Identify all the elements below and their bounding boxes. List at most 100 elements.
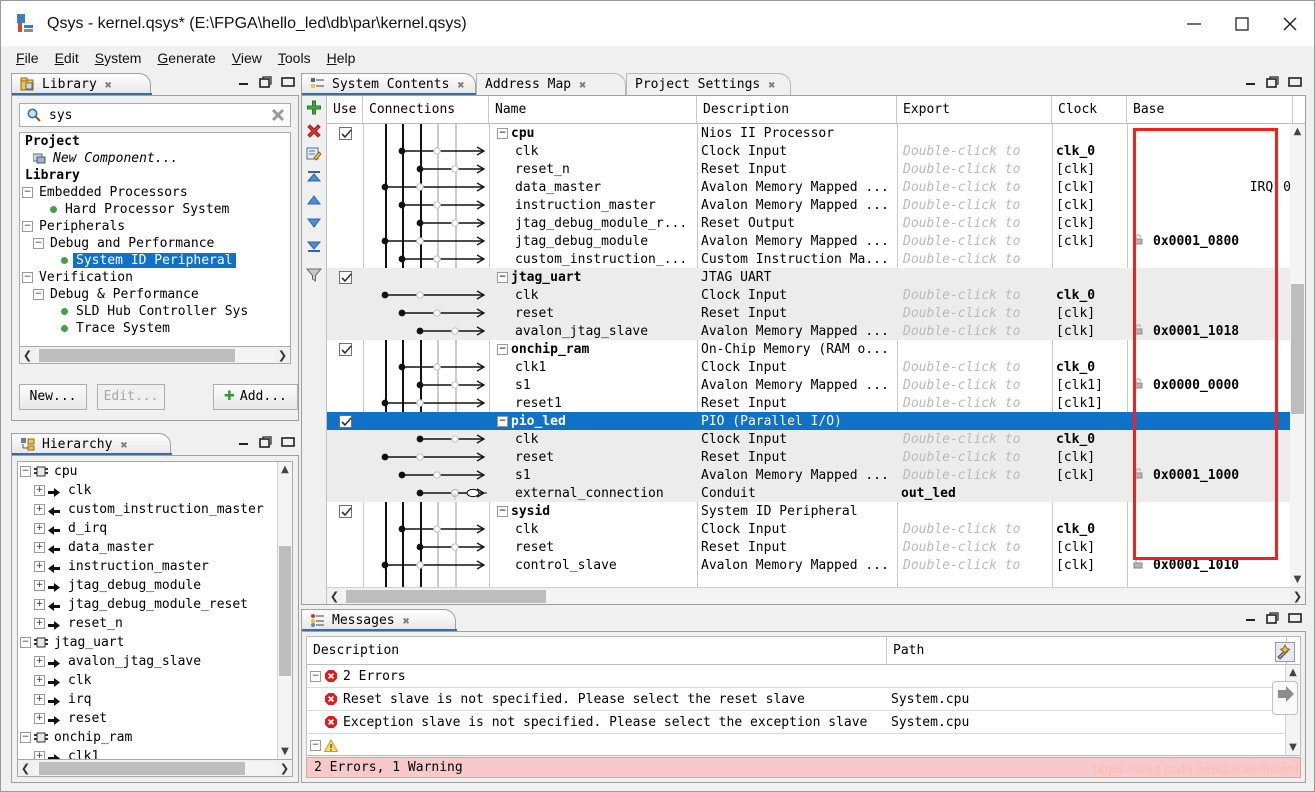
column-header-use[interactable]: Use [327, 96, 363, 123]
sc-maximize-icon[interactable] [1288, 75, 1302, 89]
cell-name[interactable]: reset [511, 448, 697, 466]
connection-cell[interactable] [363, 160, 489, 178]
cell-clock[interactable]: [clk] [1052, 214, 1127, 232]
cell-export[interactable]: Double-click to [897, 250, 1052, 268]
table-row[interactable]: jtag_debug_module_r... Reset Output Double… [327, 214, 1305, 232]
table-row[interactable]: clk1 Clock Input Double-click to clk_0 [327, 358, 1305, 376]
scroll-up-icon[interactable]: ▲ [278, 462, 292, 477]
cell-name[interactable]: reset [511, 304, 697, 322]
menu-view[interactable]: View [225, 48, 269, 68]
messages-grid[interactable]: Description Path − 2 Errors Reset slave is … [306, 636, 1301, 756]
use-checkbox[interactable] [327, 412, 363, 430]
messages-scroll-up-icon[interactable]: ▲ [1286, 665, 1300, 680]
conduit-connector[interactable] [363, 484, 489, 502]
connection-cell[interactable] [363, 142, 489, 160]
column-header-export[interactable]: Export [897, 96, 1052, 123]
tab-project-settings[interactable]: Project Settings ✖ [626, 73, 791, 95]
connection-cell[interactable] [363, 286, 489, 304]
hier-expander-icon[interactable]: + [34, 523, 45, 534]
hierarchy-item[interactable]: − jtag_uart [18, 633, 292, 652]
hierarchy-item[interactable]: + data_master [18, 538, 292, 557]
cell-name[interactable]: reset1 [511, 394, 697, 412]
message-row[interactable]: Reset slave is not specified. Please sel… [307, 688, 1300, 711]
hierarchy-item[interactable]: + instruction_master [18, 557, 292, 576]
cell-name[interactable]: − onchip_ram [493, 340, 697, 358]
cell-clock[interactable]: [clk] [1052, 196, 1127, 214]
message-row[interactable]: − 2 Errors [307, 665, 1300, 688]
cell-clock[interactable]: [clk] [1052, 538, 1127, 556]
messages-scroll-down-icon[interactable]: ▼ [1286, 740, 1300, 755]
table-row[interactable]: custom_instruction_... Custom Instruction… [327, 250, 1305, 268]
cell-export[interactable]: Double-click to [897, 430, 1052, 448]
system-contents-grid[interactable]: Use Connections Name Description Export Clock… [326, 96, 1305, 604]
cell-clock[interactable]: [clk] [1052, 178, 1127, 196]
hier-scroll-right-icon[interactable]: ❯ [277, 762, 292, 775]
cell-base[interactable]: 0x0001_1018 [1127, 322, 1293, 340]
hierarchy-item[interactable]: − cpu [18, 462, 292, 481]
table-row[interactable]: avalon_jtag_slave Avalon Memory Mapped ..… [327, 322, 1305, 340]
move-down-icon[interactable] [302, 211, 326, 234]
cell-export[interactable]: Double-click to [897, 196, 1052, 214]
connection-cell[interactable] [363, 178, 489, 196]
menu-generate[interactable]: Generate [150, 48, 222, 68]
hierarchy-item[interactable]: + clk1 [18, 747, 292, 759]
column-header-description[interactable]: Description [697, 96, 897, 123]
library-tree-item[interactable]: − Peripherals [20, 218, 290, 235]
message-expander-icon[interactable]: − [310, 739, 321, 751]
message-row[interactable]: Exception slave is not specified. Please… [307, 711, 1300, 734]
cell-clock[interactable]: clk_0 [1052, 142, 1127, 160]
cell-export[interactable]: Double-click to [897, 178, 1052, 196]
cell-name[interactable]: external_connection [511, 484, 697, 502]
hier-expander-icon[interactable]: + [34, 504, 45, 515]
table-row[interactable]: − pio_led PIO (Parallel I/O) [327, 412, 1305, 430]
cell-clock[interactable]: clk_0 [1052, 286, 1127, 304]
tree-expander-icon[interactable]: − [22, 272, 33, 283]
use-checkbox[interactable] [327, 268, 363, 286]
hier-expander-icon[interactable]: + [34, 618, 45, 629]
table-row[interactable]: clk Clock Input Double-click to clk_0 [327, 520, 1305, 538]
cell-name[interactable]: control_slave [511, 556, 697, 574]
hierarchy-item[interactable]: + reset [18, 709, 292, 728]
cell-name[interactable]: clk [511, 286, 697, 304]
lock-open-icon[interactable] [1133, 377, 1144, 393]
cell-clock[interactable]: [clk] [1052, 232, 1127, 250]
hier-expander-icon[interactable]: + [34, 561, 45, 572]
cell-export[interactable]: Double-click to [897, 358, 1052, 376]
table-row[interactable]: reset Reset Input Double-click to [clk] [327, 304, 1305, 322]
connection-cell[interactable] [363, 196, 489, 214]
cell-name[interactable]: clk [511, 142, 697, 160]
cell-export[interactable]: Double-click to [897, 304, 1052, 322]
use-checkbox[interactable] [327, 124, 363, 142]
hierarchy-tree[interactable]: − cpu + clk + custom_instruction_master + d_irq… [17, 461, 293, 760]
grid-body[interactable]: − cpu Nios II Processor clk Clock Input Doubl… [327, 124, 1305, 587]
remove-icon[interactable] [302, 119, 326, 142]
cell-name[interactable]: − sysid [493, 502, 697, 520]
library-tree-item[interactable]: SLD Hub Controller Sys [20, 303, 290, 320]
cell-clock[interactable]: [clk1] [1052, 394, 1127, 412]
library-tree-item[interactable]: Library [20, 167, 290, 184]
cell-name[interactable]: reset [511, 538, 697, 556]
cell-clock[interactable]: [clk] [1052, 466, 1127, 484]
table-row[interactable]: − onchip_ram On-Chip Memory (RAM o... [327, 340, 1305, 358]
connection-cell[interactable] [363, 376, 489, 394]
messages-maximize-icon[interactable] [1288, 611, 1302, 625]
lock-open-icon[interactable] [1133, 557, 1144, 573]
hier-expander-icon[interactable]: + [34, 694, 45, 705]
cell-export[interactable]: Double-click to [897, 520, 1052, 538]
cell-name[interactable]: − pio_led [493, 412, 697, 430]
cell-export[interactable]: Double-click to [897, 232, 1052, 250]
grid-scroll-down-icon[interactable]: ▼ [1290, 572, 1305, 587]
messages-column-description[interactable]: Description [307, 637, 887, 664]
tab-close-icon[interactable]: ✖ [457, 78, 464, 92]
tab-close-icon[interactable]: ✖ [579, 78, 586, 92]
cell-export[interactable]: out_led [897, 484, 1052, 502]
table-row[interactable]: reset Reset Input Double-click to [clk] [327, 538, 1305, 556]
cell-name[interactable]: s1 [511, 376, 697, 394]
table-row[interactable]: clk Clock Input Double-click to clk_0 [327, 142, 1305, 160]
cell-name[interactable]: − jtag_uart [493, 268, 697, 286]
cell-name[interactable]: avalon_jtag_slave [511, 322, 697, 340]
move-bottom-icon[interactable] [302, 234, 326, 257]
table-row[interactable]: − sysid System ID Peripheral [327, 502, 1305, 520]
maximize-button[interactable] [1218, 1, 1266, 46]
cell-export[interactable]: Double-click to [897, 322, 1052, 340]
